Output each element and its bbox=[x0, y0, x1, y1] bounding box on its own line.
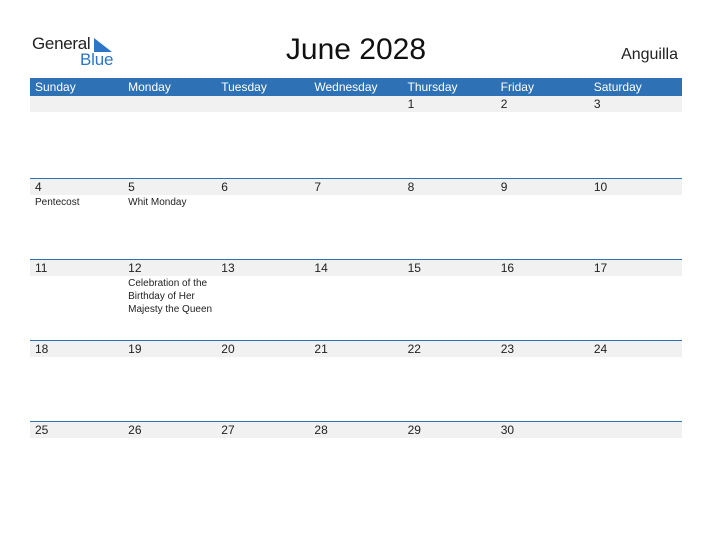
day-cell: 15 bbox=[403, 260, 496, 341]
day-number: 26 bbox=[128, 423, 142, 437]
day-number: 15 bbox=[407, 261, 421, 275]
day-number: 17 bbox=[593, 261, 608, 275]
country-label: Anguilla bbox=[621, 46, 678, 63]
day-cell bbox=[589, 422, 682, 503]
weekday-thursday: Thursday bbox=[407, 80, 458, 94]
day-number: 7 bbox=[314, 180, 322, 194]
day-number: 1 bbox=[407, 97, 415, 111]
day-number: 27 bbox=[221, 423, 235, 437]
week-row: 1 2 3 bbox=[30, 96, 682, 177]
day-number: 3 bbox=[593, 97, 601, 111]
day-number bbox=[128, 96, 216, 112]
day-cell: 2 bbox=[496, 96, 589, 177]
day-cell: 26 bbox=[123, 422, 216, 503]
day-number: 29 bbox=[407, 423, 421, 437]
day-cell: 8 bbox=[403, 179, 496, 260]
day-number: 11 bbox=[35, 261, 48, 275]
day-number: 2 bbox=[500, 97, 508, 111]
day-cell: 20 bbox=[216, 341, 309, 422]
day-cell: 14 bbox=[309, 260, 402, 341]
weekday-sunday: Sunday bbox=[35, 80, 76, 94]
day-cell: 25 bbox=[30, 422, 123, 503]
day-number: 22 bbox=[407, 342, 421, 356]
day-cell: 27 bbox=[216, 422, 309, 503]
day-number bbox=[35, 96, 123, 112]
day-number: 16 bbox=[500, 261, 515, 275]
day-cell: 11 bbox=[30, 260, 123, 341]
day-cell bbox=[30, 96, 123, 177]
day-cell: 30 bbox=[496, 422, 589, 503]
day-number: 21 bbox=[314, 342, 328, 356]
day-cell: 24 bbox=[589, 341, 682, 422]
day-number: 13 bbox=[221, 261, 235, 275]
day-cell: 3 bbox=[589, 96, 682, 177]
day-cell: 28 bbox=[309, 422, 402, 503]
day-cell: 16 bbox=[496, 260, 589, 341]
day-number: 4 bbox=[35, 180, 42, 194]
weekday-saturday: Saturday bbox=[593, 80, 642, 94]
day-number: 14 bbox=[314, 261, 328, 275]
day-cell bbox=[123, 96, 216, 177]
day-cell: 5 Whit Monday bbox=[123, 179, 216, 260]
day-number: 12 bbox=[128, 261, 142, 275]
week-row: 25 26 27 28 29 30 bbox=[30, 421, 682, 503]
holiday-event: Whit Monday bbox=[128, 197, 187, 208]
holiday-event: Pentecost bbox=[35, 197, 80, 208]
day-cell: 22 bbox=[403, 341, 496, 422]
day-number: 24 bbox=[593, 342, 608, 356]
day-cell: 12 Celebration of the Birthday of Her Maj… bbox=[123, 260, 216, 341]
calendar-title: June 2028 bbox=[285, 33, 427, 66]
day-number: 28 bbox=[314, 423, 328, 437]
day-cell bbox=[216, 96, 309, 177]
day-cell: 10 bbox=[589, 179, 682, 260]
day-cell: 18 bbox=[30, 341, 123, 422]
week-row: 18 19 20 21 22 23 24 bbox=[30, 340, 682, 422]
day-number: 18 bbox=[35, 342, 49, 356]
day-number: 25 bbox=[35, 423, 49, 437]
weekday-friday: Friday bbox=[500, 80, 534, 94]
day-cell: 21 bbox=[309, 341, 402, 422]
day-cell: 7 bbox=[309, 179, 402, 260]
day-cell: 23 bbox=[496, 341, 589, 422]
day-number: 8 bbox=[407, 180, 415, 194]
day-number bbox=[594, 422, 682, 438]
day-number: 30 bbox=[500, 423, 515, 437]
day-number bbox=[221, 96, 309, 112]
day-cell: 4 Pentecost bbox=[30, 179, 123, 260]
day-cell: 29 bbox=[403, 422, 496, 503]
day-number: 23 bbox=[500, 342, 515, 356]
day-number: 20 bbox=[221, 342, 235, 356]
week-row: 4 Pentecost 5 Whit Monday 6 7 8 9 10 bbox=[30, 178, 682, 260]
day-cell: 6 bbox=[216, 179, 309, 260]
holiday-event: Celebration of the Birthday of Her Majes… bbox=[128, 278, 213, 315]
day-cell: 9 bbox=[496, 179, 589, 260]
day-cell: 17 bbox=[589, 260, 682, 341]
day-number: 9 bbox=[500, 180, 508, 194]
weekday-monday: Monday bbox=[128, 80, 171, 94]
day-cell: 1 bbox=[403, 96, 496, 177]
day-cell: 19 bbox=[123, 341, 216, 422]
weekday-header: Sunday Monday Tuesday Wednesday Thursday… bbox=[30, 78, 682, 96]
day-number: 5 bbox=[128, 180, 135, 194]
day-number: 10 bbox=[593, 180, 608, 194]
day-cell: 13 bbox=[216, 260, 309, 341]
weekday-wednesday: Wednesday bbox=[314, 80, 378, 94]
weekday-tuesday: Tuesday bbox=[221, 80, 267, 94]
day-cell bbox=[309, 96, 402, 177]
day-number: 6 bbox=[221, 180, 228, 194]
day-number: 19 bbox=[128, 342, 142, 356]
day-number bbox=[314, 96, 402, 112]
week-row: 11 12 Celebration of the Birthday of Her M… bbox=[30, 259, 682, 341]
